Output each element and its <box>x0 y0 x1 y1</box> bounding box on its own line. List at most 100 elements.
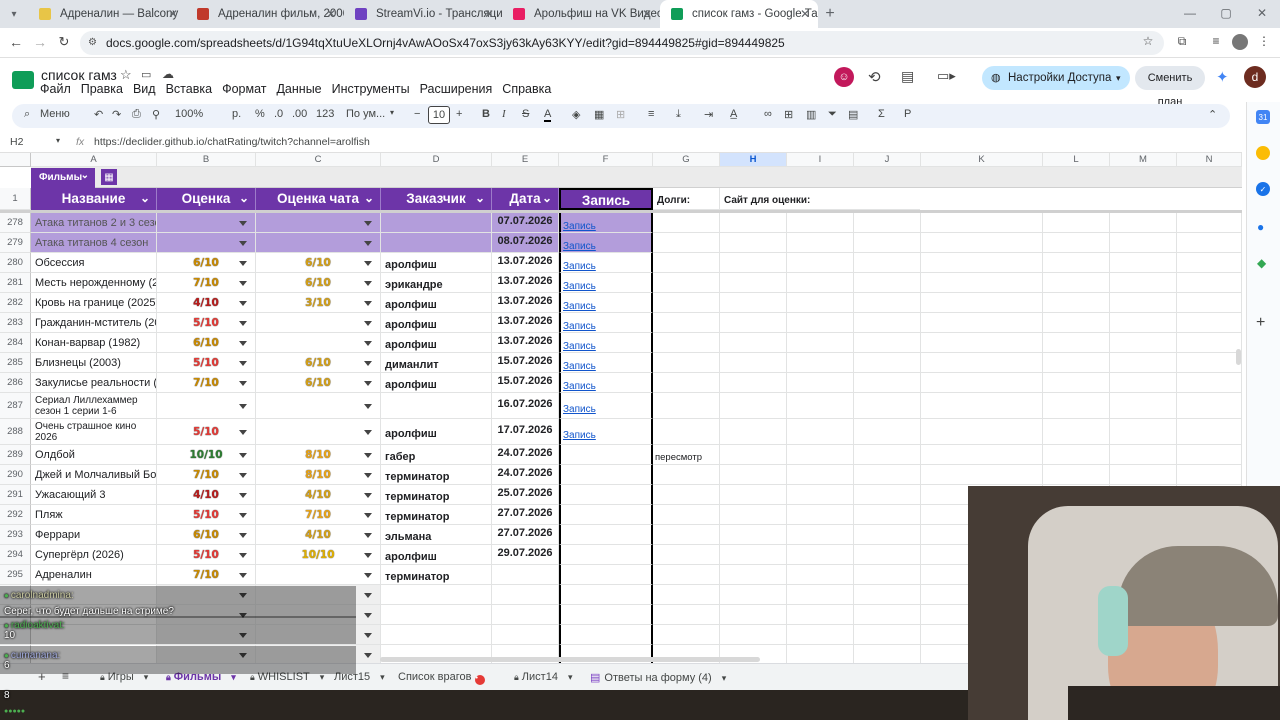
row-number[interactable]: 283 <box>0 313 31 333</box>
menu-item[interactable]: Вид <box>133 82 156 96</box>
filter-views-icon[interactable]: ▤ <box>848 108 858 121</box>
empty-cell[interactable] <box>854 353 921 373</box>
orderer-cell[interactable]: аролфиш <box>381 253 492 273</box>
record-cell[interactable]: Запись <box>559 313 653 333</box>
record-cell[interactable] <box>559 485 653 505</box>
empty-cell[interactable] <box>787 585 854 605</box>
header-title[interactable]: Название ⌄ <box>31 188 157 210</box>
empty-cell[interactable] <box>854 565 921 585</box>
empty-cell[interactable] <box>787 353 854 373</box>
row-number[interactable]: 282 <box>0 293 31 313</box>
record-link[interactable]: Запись <box>563 261 596 272</box>
movie-title-cell[interactable]: Атака титанов 4 сезон <box>31 233 157 253</box>
print-icon[interactable]: ⎙ <box>132 108 141 121</box>
redo-icon[interactable]: ↷ <box>112 108 121 121</box>
empty-cell[interactable] <box>720 545 787 565</box>
movie-title-cell[interactable]: Атака титанов 2 и 3 сезон <box>31 213 157 233</box>
movie-title-cell[interactable]: Олдбой <box>31 445 157 465</box>
empty-cell[interactable] <box>1110 233 1177 253</box>
menu-item[interactable]: Правка <box>81 82 123 96</box>
row-number[interactable]: 279 <box>0 233 31 253</box>
empty-cell[interactable] <box>921 445 1043 465</box>
empty-cell[interactable] <box>921 465 1043 485</box>
record-link[interactable]: Запись <box>563 404 596 415</box>
empty-cell[interactable] <box>1043 233 1110 253</box>
record-cell[interactable]: Запись <box>559 213 653 233</box>
decrease-decimals[interactable]: .0 <box>274 108 283 120</box>
orderer-cell[interactable]: аролфиш <box>381 419 492 445</box>
column-header[interactable]: H <box>720 153 787 167</box>
empty-cell[interactable] <box>1043 213 1110 233</box>
text-color-icon[interactable]: A <box>544 108 552 122</box>
gemini-user-icon[interactable]: ☺ <box>834 67 854 87</box>
dropdown-arrow-icon[interactable] <box>364 301 372 306</box>
debts-note-cell[interactable] <box>653 485 720 505</box>
empty-cell[interactable] <box>1177 333 1242 353</box>
empty-cell[interactable] <box>787 213 854 233</box>
empty-cell[interactable] <box>1043 273 1110 293</box>
chat-rating-cell[interactable]: 6/10 <box>256 273 381 293</box>
record-cell[interactable] <box>559 565 653 585</box>
debts-note-cell[interactable] <box>653 525 720 545</box>
empty-cell[interactable] <box>854 253 921 273</box>
filter-icon[interactable]: ⏷ <box>828 108 837 121</box>
text-rotation-icon[interactable]: A̲ <box>730 108 737 120</box>
dropdown-arrow-icon[interactable] <box>364 221 372 226</box>
empty-cell[interactable] <box>720 465 787 485</box>
orderer-cell[interactable]: аролфиш <box>381 373 492 393</box>
browser-tab[interactable]: Адреналин — Balcony ✕ <box>28 0 186 28</box>
search-menus-label[interactable]: Меню <box>40 108 70 120</box>
empty-cell[interactable] <box>720 333 787 353</box>
dropdown-arrow-icon[interactable] <box>364 633 372 638</box>
empty-cell[interactable] <box>854 505 921 525</box>
column-filter-icon[interactable]: ⌄ <box>542 187 552 209</box>
date-cell[interactable]: 13.07.2026 <box>492 273 559 293</box>
select-all-corner[interactable] <box>0 153 31 167</box>
star-icon[interactable]: ☆ <box>120 67 132 83</box>
rating-cell[interactable]: 7/10 <box>157 373 256 393</box>
empty-cell[interactable] <box>720 313 787 333</box>
chat-rating-cell[interactable]: 6/10 <box>256 373 381 393</box>
record-link[interactable]: Запись <box>563 341 596 352</box>
empty-cell[interactable] <box>1110 313 1177 333</box>
dropdown-arrow-icon[interactable] <box>364 404 372 409</box>
row-number[interactable]: 289 <box>0 445 31 465</box>
minimize-icon[interactable]: — <box>1182 6 1198 20</box>
orderer-cell[interactable]: аролфиш <box>381 545 492 565</box>
row-number[interactable]: 292 <box>0 505 31 525</box>
record-link[interactable]: Запись <box>563 430 596 441</box>
account-avatar[interactable]: d <box>1244 66 1266 88</box>
row-number[interactable]: 280 <box>0 253 31 273</box>
empty-cell[interactable] <box>1110 353 1177 373</box>
reload-icon[interactable]: ↻ <box>56 34 72 50</box>
orderer-cell[interactable]: терминатор <box>381 465 492 485</box>
row-number[interactable]: 1 <box>0 188 31 210</box>
orderer-cell[interactable] <box>381 393 492 419</box>
chat-rating-cell[interactable] <box>256 419 381 445</box>
empty-cell[interactable] <box>720 353 787 373</box>
insert-comment-icon[interactable]: ⊞ <box>784 108 793 121</box>
empty-cell[interactable] <box>854 293 921 313</box>
dropdown-arrow-icon[interactable] <box>239 493 247 498</box>
date-cell[interactable]: 15.07.2026 <box>492 353 559 373</box>
empty-cell[interactable] <box>854 273 921 293</box>
empty-cell[interactable] <box>921 233 1043 253</box>
sheets-logo-icon[interactable] <box>12 71 34 89</box>
empty-cell[interactable] <box>921 213 1043 233</box>
merge-cells-icon[interactable]: ⊞ <box>616 108 625 121</box>
date-cell[interactable]: 13.07.2026 <box>492 293 559 313</box>
menu-item[interactable]: Формат <box>222 82 266 96</box>
horizontal-align-icon[interactable]: ≡ <box>648 108 654 120</box>
empty-cell[interactable] <box>787 445 854 465</box>
record-cell[interactable] <box>559 465 653 485</box>
browser-menu-icon[interactable]: ⋮ <box>1256 34 1272 48</box>
date-cell[interactable]: 07.07.2026 <box>492 213 559 233</box>
empty-cell[interactable] <box>1110 419 1177 445</box>
dropdown-arrow-icon[interactable] <box>364 281 372 286</box>
movie-title-cell[interactable]: Месть нерожденному (2002) <box>31 273 157 293</box>
empty-cell[interactable] <box>1043 393 1110 419</box>
empty-cell[interactable] <box>787 233 854 253</box>
borders-icon[interactable]: ▦ <box>594 108 604 121</box>
chat-rating-cell[interactable] <box>256 313 381 333</box>
move-folder-icon[interactable]: ▭ <box>141 68 151 81</box>
